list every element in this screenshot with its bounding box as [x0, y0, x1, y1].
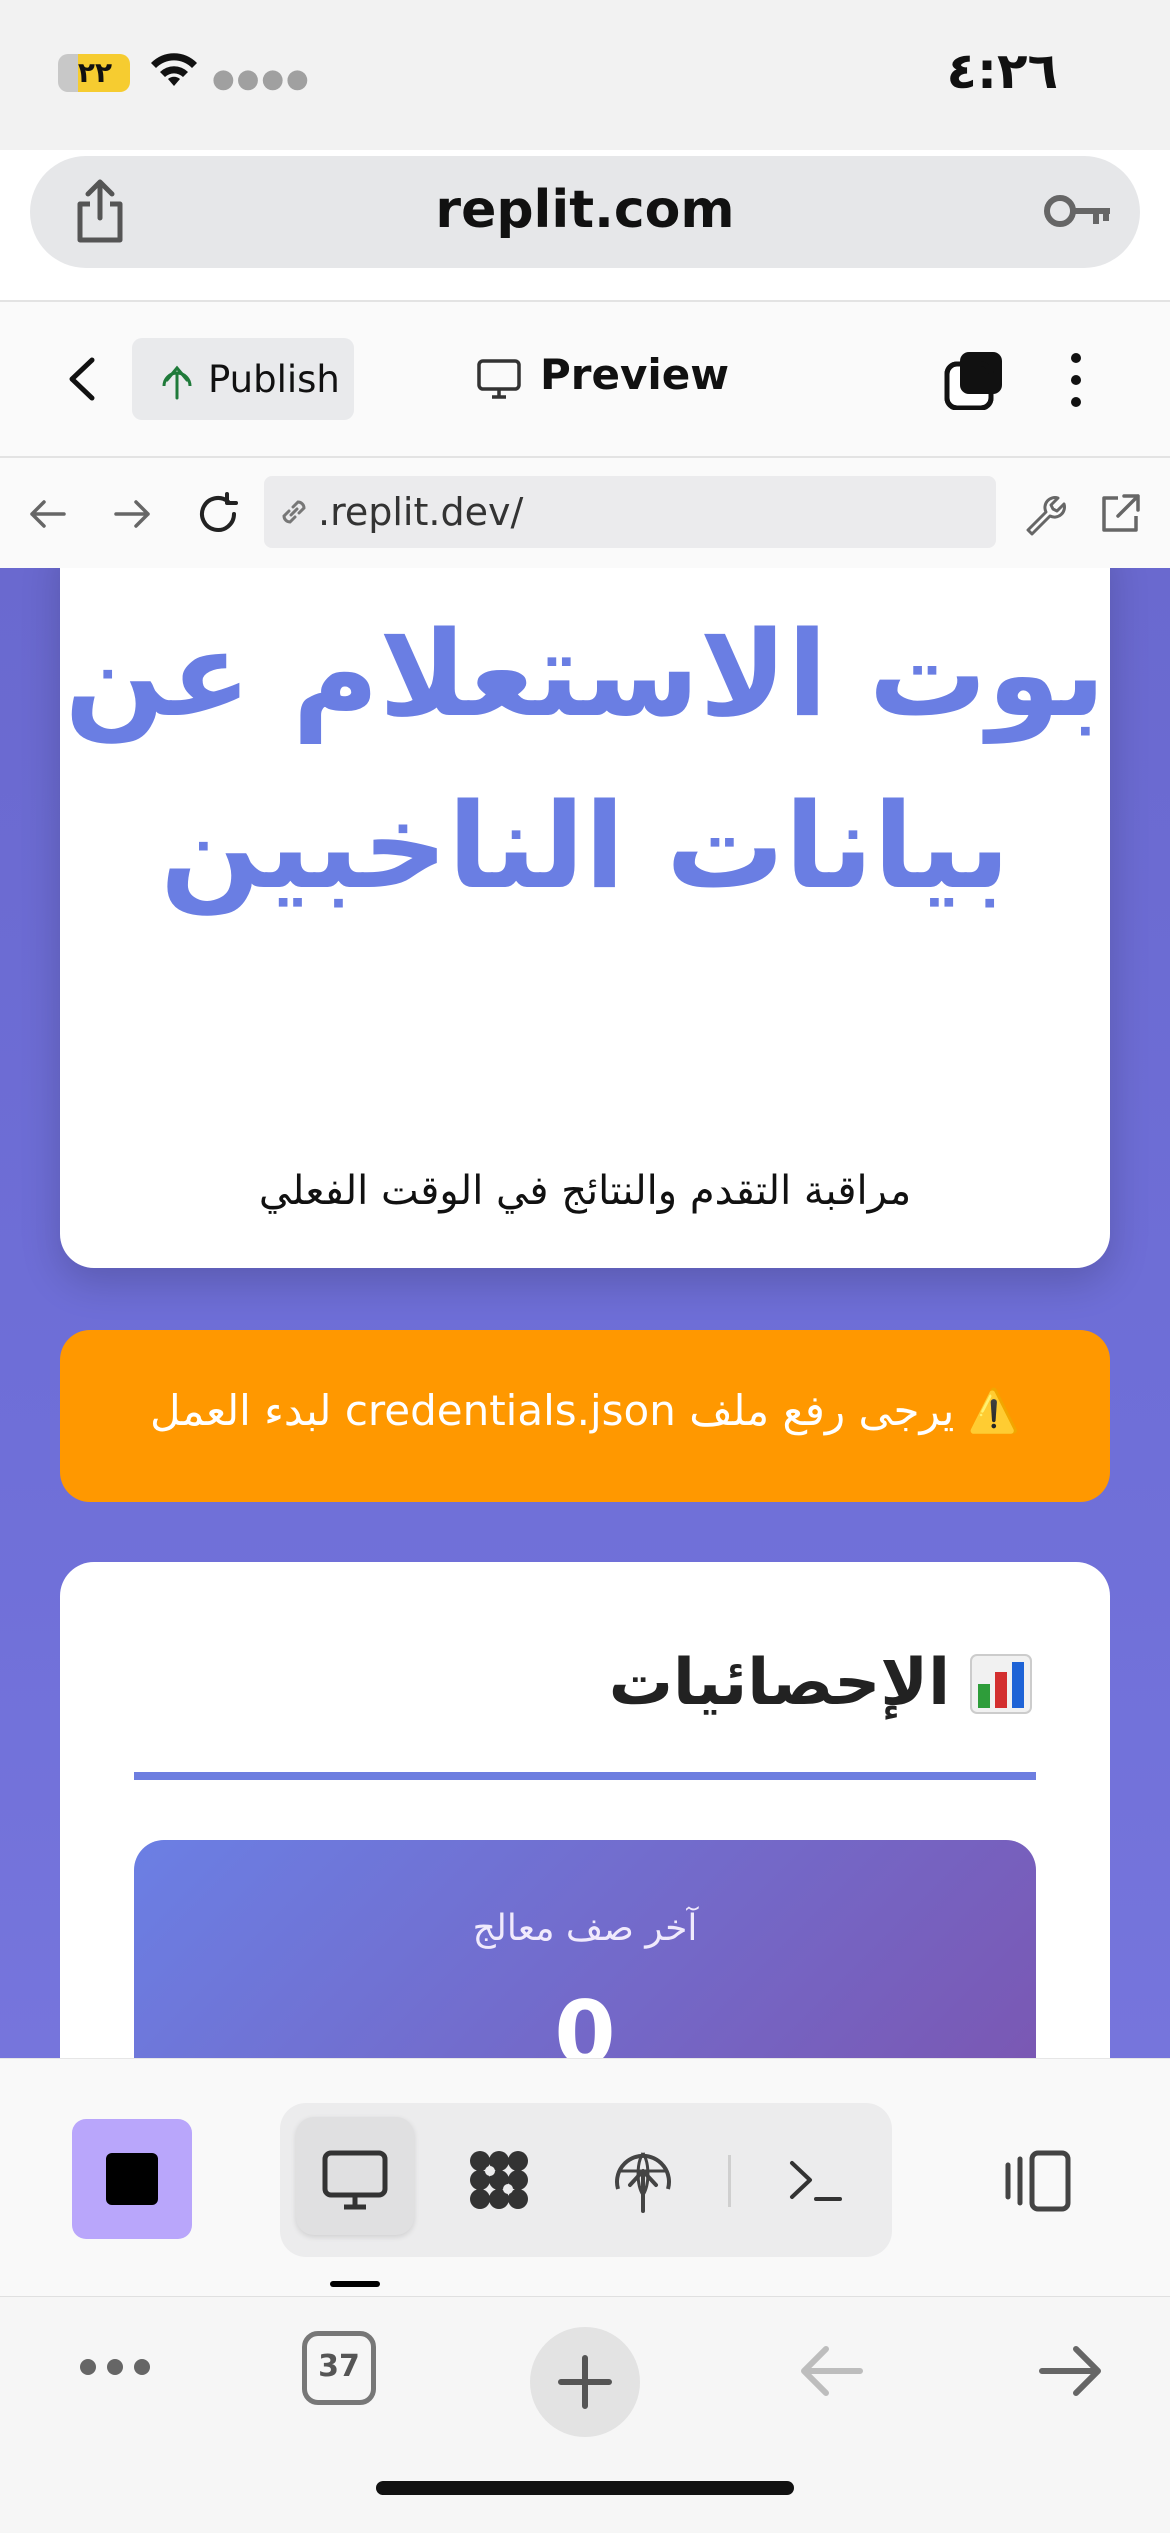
stop-button[interactable]: [72, 2119, 192, 2239]
hero-title: بوت الاستعلام عن بيانات الناخبين: [64, 605, 1106, 915]
wifi-icon: [151, 53, 197, 86]
status-bar: ٢٢ ●●●● ٤:٢٦: [0, 0, 1170, 150]
arrow-left-icon[interactable]: [26, 492, 70, 536]
hero-card: بوت الاستعلام عن بيانات الناخبين مراقبة …: [60, 568, 1110, 1268]
battery-indicator: ٢٢: [58, 54, 130, 92]
active-tab-indicator: [330, 2281, 380, 2287]
clock: ٤:٢٦: [946, 42, 1058, 100]
tab-count-button[interactable]: 37: [302, 2331, 376, 2405]
key-icon[interactable]: [1042, 186, 1114, 236]
stacked-tabs-icon[interactable]: [944, 350, 1004, 410]
back-chevron-icon[interactable]: [62, 354, 102, 404]
new-tab-button[interactable]: [530, 2327, 640, 2437]
monitor-icon: [477, 359, 521, 399]
stat-box-last-row: آخر صف معالج 0: [134, 1840, 1036, 2058]
reload-icon[interactable]: [194, 490, 242, 538]
monitor-icon[interactable]: [320, 2145, 390, 2215]
alert-text: ⚠️ يرجى رفع ملف credentials.json لبدء ال…: [150, 1386, 1020, 1435]
webview-url-text: .replit.dev/: [318, 490, 524, 534]
stats-title: الإحصائيات: [608, 1646, 950, 1720]
replit-header: Publish Preview: [0, 302, 1170, 456]
publish-icon: [162, 365, 192, 400]
webview-address-row: .replit.dev/: [0, 458, 1170, 568]
safari-toolbar: 37: [0, 2296, 1170, 2533]
stat-label: آخر صف معالج: [472, 1908, 698, 1949]
preview-tab-label[interactable]: Preview: [540, 350, 729, 399]
link-icon: [282, 500, 306, 524]
hero-subtitle: مراقبة التقدم والنتائج في الوقت الفعلي: [258, 1168, 912, 1214]
wrench-icon[interactable]: [1020, 490, 1068, 538]
cellular-signal-icon: ●●●●: [212, 64, 311, 94]
side-panel-icon[interactable]: [1002, 2149, 1072, 2213]
agent-icon[interactable]: [464, 2145, 534, 2215]
view-switcher: [280, 2103, 892, 2257]
home-indicator: [376, 2481, 794, 2495]
publish-label: Publish: [208, 358, 340, 401]
stats-card: الإحصائيات آخر صف معالج 0: [60, 1562, 1110, 2058]
stat-value: 0: [554, 1982, 616, 2058]
site-domain: replit.com: [435, 180, 735, 240]
terminal-icon[interactable]: [780, 2145, 850, 2215]
plus-icon: [558, 2355, 612, 2409]
webview-url-field[interactable]: .replit.dev/: [264, 476, 996, 548]
more-icon[interactable]: [78, 2357, 152, 2377]
battery-level: ٢٢: [77, 56, 113, 89]
arrow-right-icon[interactable]: [110, 492, 154, 536]
stop-icon: [106, 2153, 158, 2205]
open-external-icon[interactable]: [1096, 490, 1144, 538]
bar-chart-icon: [970, 1654, 1032, 1714]
deploy-icon[interactable]: [608, 2145, 678, 2215]
credentials-alert: ⚠️ يرجى رفع ملف credentials.json لبدء ال…: [60, 1330, 1110, 1502]
webview-content: بوت الاستعلام عن بيانات الناخبين مراقبة …: [0, 568, 1170, 2058]
publish-button[interactable]: Publish: [132, 338, 354, 420]
safari-forward-icon[interactable]: [1036, 2343, 1106, 2399]
safari-back-icon[interactable]: [796, 2343, 866, 2399]
stats-divider: [134, 1772, 1036, 1780]
replit-bottom-toolbar: [0, 2058, 1170, 2297]
toolbar-divider: [728, 2155, 731, 2207]
more-options-icon[interactable]: [1066, 350, 1086, 410]
safari-address-bar[interactable]: replit.com: [30, 156, 1140, 268]
